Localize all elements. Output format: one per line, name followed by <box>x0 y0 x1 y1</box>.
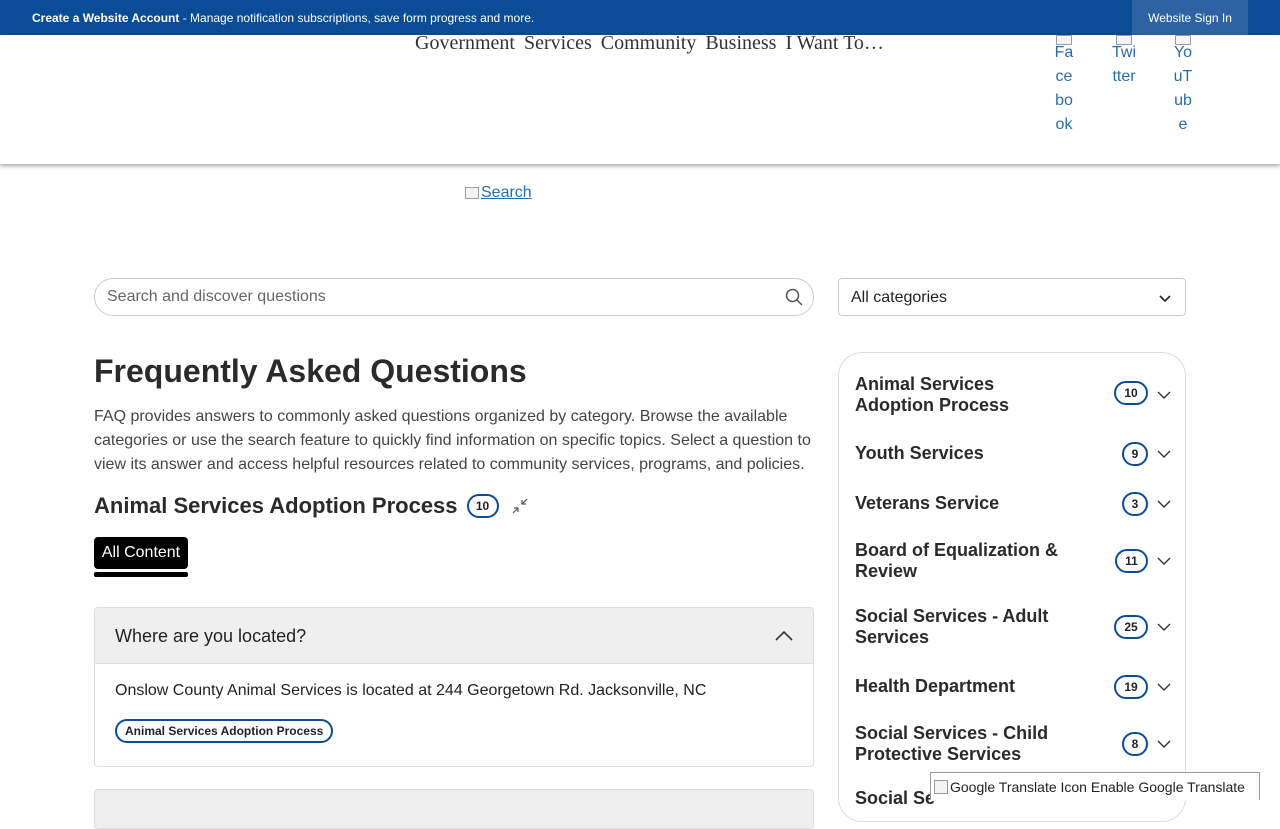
section-header: Animal Services Adoption Process 10 <box>94 493 529 519</box>
category-count-badge: 9 <box>1122 442 1148 466</box>
site-search-alt-text: Search <box>481 184 532 201</box>
category-item[interactable]: Youth Services 9 <box>855 441 1171 466</box>
faq-accordion-item-next[interactable] <box>94 789 814 829</box>
create-account-link[interactable]: Create a Website Account <box>32 11 179 25</box>
top-notification-bar: Create a Website Account - Manage notifi… <box>0 0 1280 35</box>
category-item[interactable]: Animal Services Adoption Process 10 <box>855 373 1171 417</box>
category-item[interactable]: Board of Equalization & Review 11 <box>855 540 1171 584</box>
nav-services[interactable]: Services <box>524 32 592 55</box>
facebook-alt-text: Fa <box>1054 44 1074 61</box>
chevron-down-icon <box>1159 295 1171 303</box>
category-item[interactable]: Social Services - Adult Services 25 <box>855 606 1171 650</box>
faq-answer-text: Onslow County Animal Services is located… <box>115 682 707 699</box>
chevron-down-icon <box>1157 557 1171 565</box>
category-name: Social Services - Adult Services <box>855 606 1049 647</box>
google-translate-button[interactable]: Google Translate Icon Enable Google Tran… <box>930 772 1260 800</box>
category-item[interactable]: Health Department 19 <box>855 674 1171 699</box>
category-panel: Animal Services Adoption Process 10 Yout… <box>838 352 1186 822</box>
search-icon[interactable] <box>785 288 803 306</box>
account-message: Create a Website Account - Manage notifi… <box>32 11 534 25</box>
twitter-link[interactable]: Twi tter <box>1111 35 1137 89</box>
category-name: Board of Equalization & Review <box>855 540 1059 581</box>
nav-government[interactable]: Government <box>415 32 515 55</box>
tab-active-indicator <box>94 572 188 577</box>
category-count-badge: 25 <box>1114 615 1148 639</box>
category-item[interactable]: Social Services - Child Protective Servi… <box>855 723 1171 767</box>
category-name: Animal Services Adoption Process <box>855 374 1010 415</box>
category-name: Veterans Service <box>855 493 1000 513</box>
chevron-up-icon <box>775 630 793 641</box>
twitter-alt-text: Twi <box>1112 44 1136 61</box>
nav-community[interactable]: Community <box>601 32 697 55</box>
category-count-badge: 10 <box>1114 381 1148 405</box>
page-title: Frequently Asked Questions <box>94 353 527 389</box>
faq-accordion-item: Where are you located? Onslow County Ani… <box>94 607 814 767</box>
google-translate-icon <box>934 779 948 794</box>
youtube-alt-text: e <box>1178 116 1188 133</box>
category-name: Social Services - Child Protective Servi… <box>855 723 1049 764</box>
broken-image-icon <box>465 187 479 199</box>
facebook-alt-text: ok <box>1055 116 1073 133</box>
youtube-alt-text: uT <box>1173 68 1193 85</box>
faq-question-header[interactable]: Where are you located? <box>95 608 813 664</box>
chevron-down-icon <box>1157 683 1171 691</box>
youtube-alt-text: Yo <box>1173 44 1193 61</box>
category-select[interactable]: All categories <box>838 278 1186 316</box>
google-translate-label: Google Translate Icon Enable Google Tran… <box>950 778 1245 795</box>
nav-i-want-to[interactable]: I Want To… <box>785 32 883 55</box>
faq-category-tag[interactable]: Animal Services Adoption Process <box>115 719 334 743</box>
youtube-alt-text: ub <box>1174 92 1192 109</box>
category-count-badge: 3 <box>1122 492 1148 516</box>
faq-search-input[interactable] <box>107 288 767 306</box>
category-count-badge: 19 <box>1114 675 1148 699</box>
site-search-link[interactable]: Search <box>465 184 532 202</box>
facebook-alt-text: bo <box>1055 92 1073 109</box>
chevron-down-icon <box>1157 500 1171 508</box>
page-intro: FAQ provides answers to commonly asked q… <box>94 408 811 473</box>
site-header: Government Services Community Business I… <box>0 32 1280 164</box>
chevron-down-icon <box>1157 623 1171 631</box>
facebook-alt-text: ce <box>1055 68 1073 85</box>
category-count-badge: 11 <box>1115 549 1148 573</box>
chevron-down-icon <box>1157 391 1171 399</box>
tab-all-content[interactable]: All Content <box>94 537 188 569</box>
chevron-down-icon <box>1157 740 1171 748</box>
faq-question-text: Where are you located? <box>115 626 307 646</box>
youtube-link[interactable]: Yo uT ub e <box>1171 35 1195 137</box>
main-nav: Government Services Community Business I… <box>415 32 884 55</box>
section-count-badge: 10 <box>466 494 499 518</box>
section-title: Animal Services Adoption Process <box>94 493 458 518</box>
collapse-icon[interactable] <box>511 497 529 515</box>
category-select-value: All categories <box>851 289 948 306</box>
account-message-text: - Manage notification subscriptions, sav… <box>179 11 535 25</box>
facebook-link[interactable]: Fa ce bo ok <box>1052 35 1076 137</box>
chevron-down-icon <box>1157 450 1171 458</box>
category-name: Health Department <box>855 676 1016 696</box>
nav-business[interactable]: Business <box>705 32 776 55</box>
category-name: Youth Services <box>855 443 984 463</box>
category-count-badge: 8 <box>1122 732 1148 756</box>
category-item[interactable]: Veterans Service 3 <box>855 491 1171 516</box>
sign-in-button[interactable]: Website Sign In <box>1132 0 1248 35</box>
faq-search-box <box>94 278 814 316</box>
twitter-alt-text: tter <box>1112 68 1136 85</box>
